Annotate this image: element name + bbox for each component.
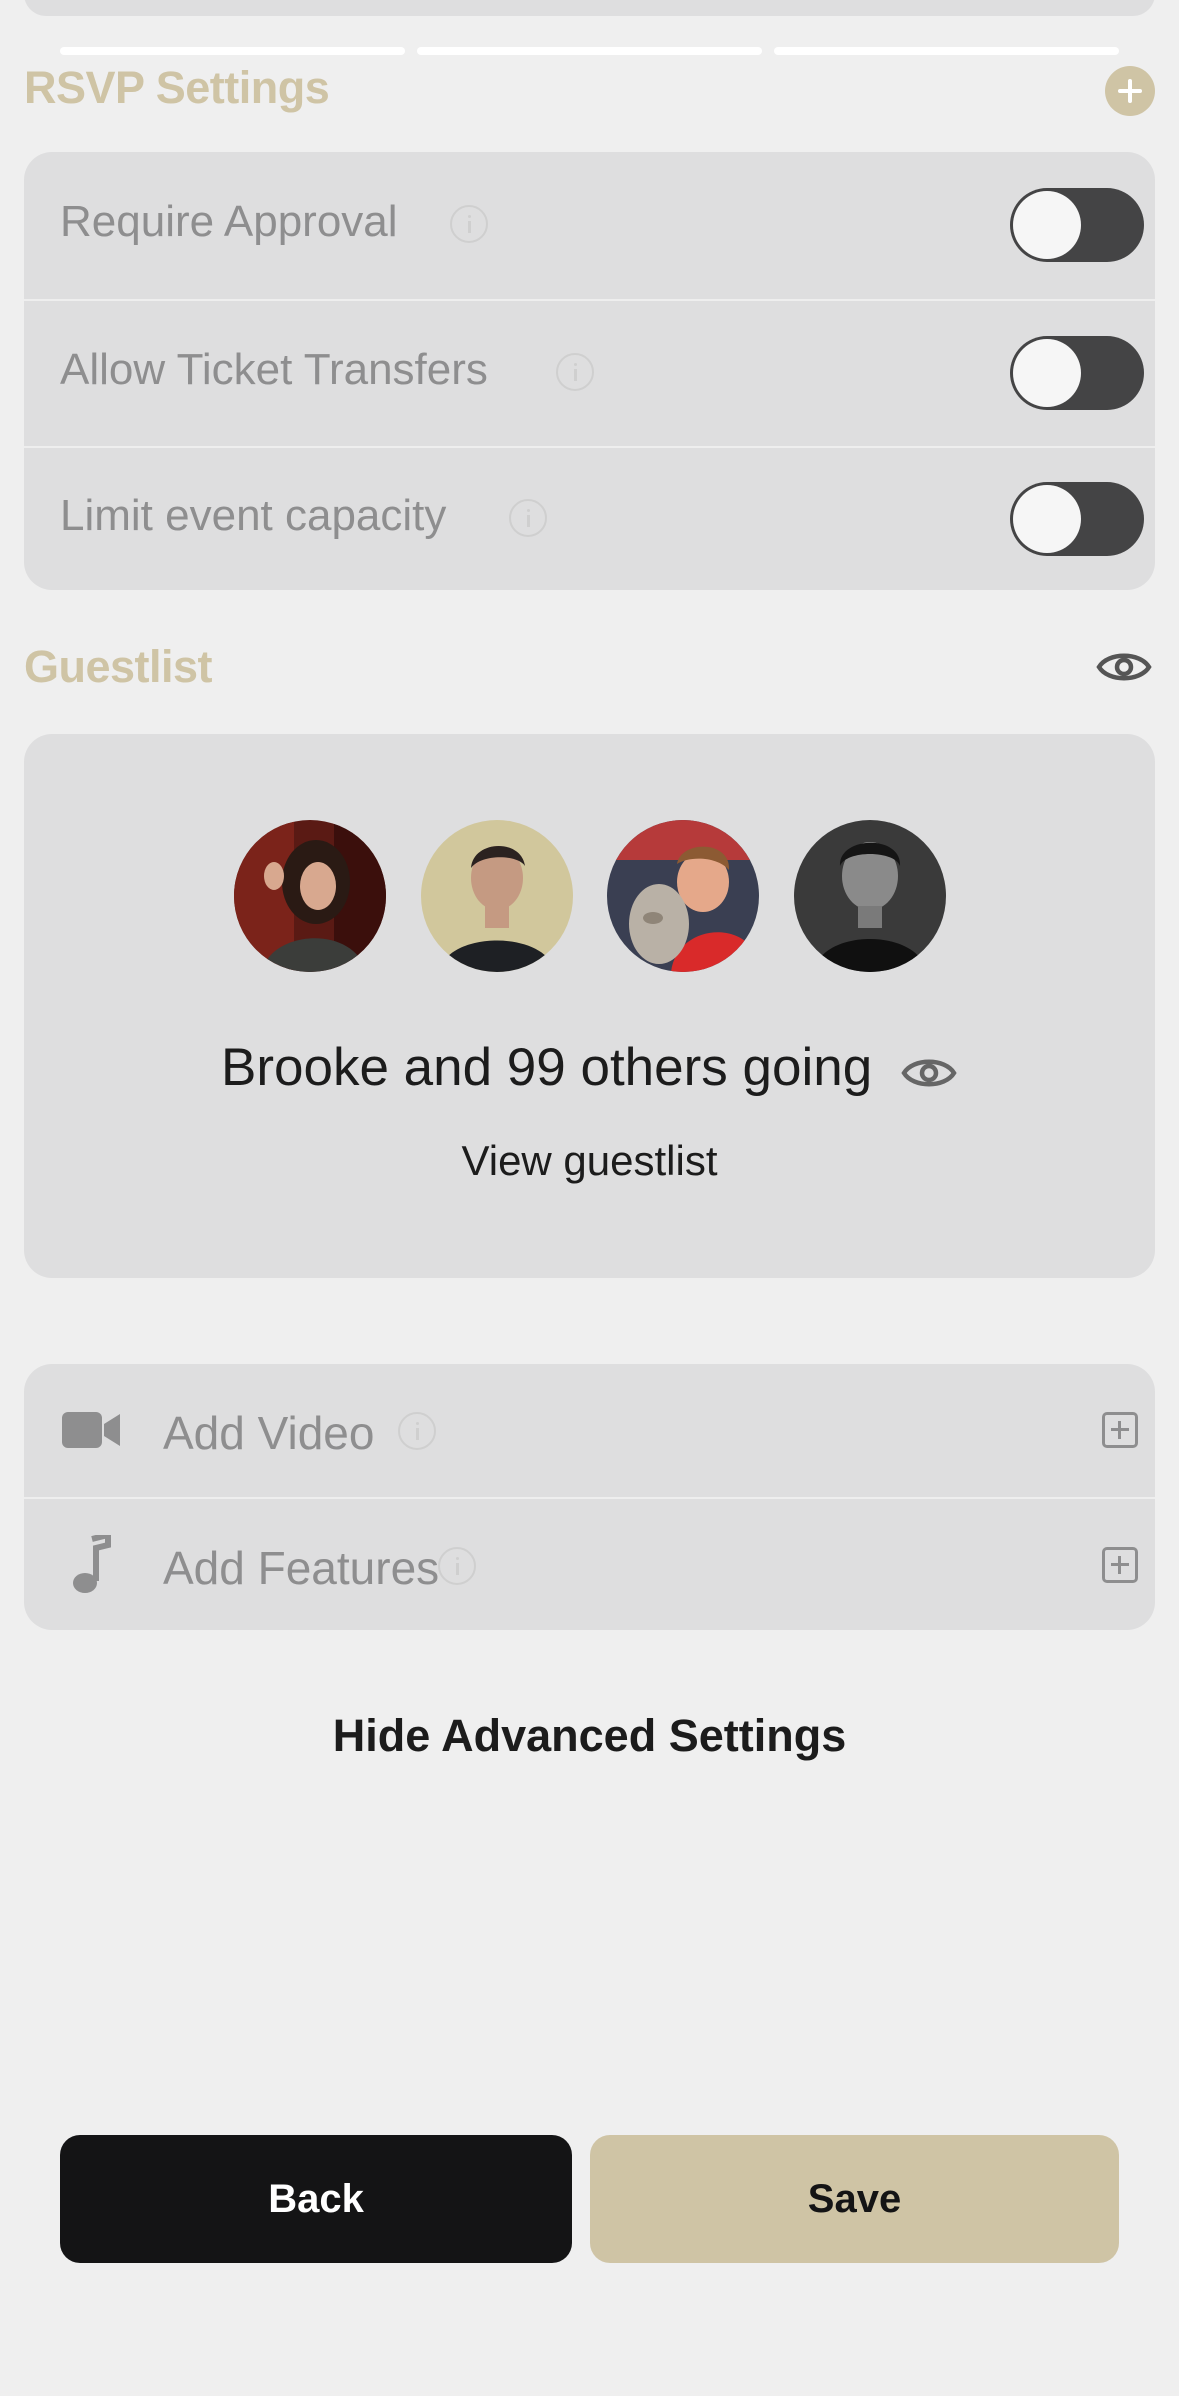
- rsvp-row-label: Require Approval: [60, 197, 398, 246]
- segment-indicator: [417, 47, 762, 55]
- info-icon[interactable]: [556, 353, 594, 391]
- rsvp-row-allow-ticket-transfers: Allow Ticket Transfers: [24, 299, 1155, 446]
- video-camera-icon: [62, 1412, 120, 1448]
- avatar: [234, 820, 386, 972]
- info-icon[interactable]: [438, 1547, 476, 1585]
- guestlist-title: Guestlist: [24, 641, 213, 692]
- allow-ticket-transfers-toggle[interactable]: [1010, 336, 1144, 410]
- rsvp-row-label: Limit event capacity: [60, 491, 447, 540]
- eye-icon[interactable]: [901, 1052, 957, 1094]
- event-advanced-settings-screen: RSVP Settings Require Approval Allow Tic…: [0, 0, 1179, 2396]
- avatar: [607, 820, 759, 972]
- view-guestlist-link[interactable]: View guestlist: [0, 1137, 1179, 1185]
- rsvp-settings-card: Require Approval Allow Ticket Transfers …: [24, 152, 1155, 590]
- segment-indicator: [60, 47, 405, 55]
- guestlist-card[interactable]: [24, 734, 1155, 1278]
- back-button[interactable]: Back: [60, 2135, 572, 2263]
- info-icon[interactable]: [398, 1412, 436, 1450]
- rsvp-settings-title: RSVP Settings: [24, 62, 330, 113]
- previous-section-card: [24, 0, 1155, 16]
- rsvp-row-label: Allow Ticket Transfers: [60, 345, 488, 394]
- add-features-plus-icon[interactable]: [1102, 1547, 1138, 1583]
- info-icon[interactable]: [450, 205, 488, 243]
- hide-advanced-settings-link[interactable]: Hide Advanced Settings: [0, 1710, 1179, 1762]
- add-video-plus-icon[interactable]: [1102, 1412, 1138, 1448]
- features-card: Add Video Add Features: [24, 1364, 1155, 1630]
- limit-capacity-toggle[interactable]: [1010, 482, 1144, 556]
- avatar: [794, 820, 946, 972]
- avatar: [421, 820, 573, 972]
- add-features-label: Add Features: [163, 1542, 440, 1594]
- rsvp-row-require-approval: Require Approval: [24, 152, 1155, 299]
- guest-avatars: [0, 820, 1179, 972]
- rsvp-row-limit-capacity: Limit event capacity: [24, 446, 1155, 590]
- require-approval-toggle[interactable]: [1010, 188, 1144, 262]
- add-features-row[interactable]: Add Features: [24, 1497, 1155, 1630]
- segment-indicator: [774, 47, 1119, 55]
- add-rsvp-setting-button[interactable]: [1105, 66, 1155, 116]
- guest-count-text: Brooke and 99 others going: [221, 1038, 873, 1097]
- music-note-icon: [73, 1535, 111, 1593]
- info-icon[interactable]: [509, 499, 547, 537]
- eye-icon[interactable]: [1096, 646, 1152, 688]
- save-button[interactable]: Save: [590, 2135, 1119, 2263]
- add-video-label: Add Video: [163, 1407, 375, 1459]
- add-video-row[interactable]: Add Video: [24, 1364, 1155, 1497]
